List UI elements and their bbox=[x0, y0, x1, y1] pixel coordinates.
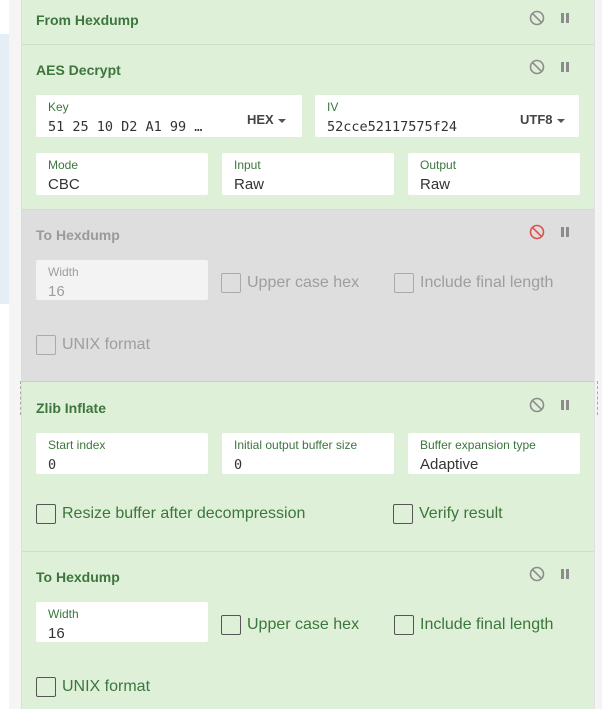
checkbox-box[interactable] bbox=[36, 335, 56, 355]
disable-icon[interactable] bbox=[529, 566, 545, 582]
operation-from-hexdump[interactable]: From Hexdump bbox=[22, 0, 594, 45]
initial-output-buffer-size-field[interactable]: Initial output buffer size 0 bbox=[222, 433, 394, 474]
checkbox-label: UNIX format bbox=[62, 336, 151, 353]
operation-aes-decrypt[interactable]: AES Decrypt Key 51 25 10 D2 A1 99 … HEX … bbox=[22, 45, 594, 210]
checkbox-label: UNIX format bbox=[62, 678, 151, 695]
recipe-scrollbar[interactable] bbox=[594, 0, 602, 709]
operation-title: To Hexdump bbox=[36, 227, 120, 243]
checkbox-label: Verify result bbox=[419, 505, 503, 522]
pane-divider[interactable] bbox=[9, 0, 22, 709]
operation-title: To Hexdump bbox=[36, 569, 120, 585]
mode-label: Mode bbox=[48, 158, 79, 172]
buffer-expansion-type-label: Buffer expansion type bbox=[420, 438, 536, 452]
checkbox-box[interactable] bbox=[36, 504, 56, 524]
operation-title: Zlib Inflate bbox=[36, 400, 106, 416]
chevron-down-icon bbox=[277, 118, 286, 123]
checkbox-box[interactable] bbox=[393, 504, 413, 524]
disable-icon[interactable] bbox=[529, 59, 545, 75]
chevron-down-icon bbox=[556, 118, 565, 123]
checkbox-box[interactable] bbox=[394, 273, 414, 293]
key-encoding-dropdown[interactable]: HEX bbox=[247, 112, 286, 127]
pause-icon[interactable] bbox=[557, 59, 573, 75]
iv-encoding-dropdown[interactable]: UTF8 bbox=[520, 112, 565, 127]
input-label: Input bbox=[234, 158, 261, 172]
drop-indicator-left bbox=[20, 381, 21, 415]
disable-icon[interactable] bbox=[529, 397, 545, 413]
operation-to-hexdump[interactable]: To Hexdump Width 16 Upper case hex Inclu… bbox=[22, 552, 594, 709]
operation-to-hexdump-disabled[interactable]: To Hexdump Width 16 Upper case hex Inclu… bbox=[22, 210, 594, 382]
output-field[interactable]: Output Raw bbox=[408, 153, 580, 195]
mode-value[interactable]: CBC bbox=[48, 176, 80, 193]
buffer-expansion-type-field[interactable]: Buffer expansion type Adaptive bbox=[408, 433, 580, 474]
checkbox-box[interactable] bbox=[221, 615, 241, 635]
resize-buffer-checkbox[interactable]: Resize buffer after decompression bbox=[36, 503, 305, 525]
input-pane-edge bbox=[0, 0, 9, 709]
pause-icon[interactable] bbox=[557, 224, 573, 240]
disable-icon[interactable] bbox=[529, 224, 545, 240]
output-label: Output bbox=[420, 158, 457, 172]
checkbox-label: Upper case hex bbox=[247, 616, 360, 633]
drop-indicator-right bbox=[597, 381, 598, 415]
pause-icon[interactable] bbox=[557, 10, 573, 26]
key-label: Key bbox=[48, 100, 69, 114]
key-value[interactable]: 51 25 10 D2 A1 99 … bbox=[48, 119, 202, 135]
width-value[interactable]: 16 bbox=[48, 283, 65, 300]
checkbox-label: Include final length bbox=[420, 274, 554, 291]
pause-icon[interactable] bbox=[557, 566, 573, 582]
buffer-expansion-type-value[interactable]: Adaptive bbox=[420, 456, 478, 473]
disable-icon[interactable] bbox=[529, 10, 545, 26]
unix-format-checkbox[interactable]: UNIX format bbox=[36, 676, 150, 698]
mode-field[interactable]: Mode CBC bbox=[36, 153, 208, 195]
verify-result-checkbox[interactable]: Verify result bbox=[393, 503, 503, 525]
output-value[interactable]: Raw bbox=[420, 176, 450, 193]
width-field[interactable]: Width 16 bbox=[36, 260, 208, 300]
iv-field[interactable]: IV 52cce52117575f24 UTF8 bbox=[315, 95, 579, 137]
initial-output-buffer-size-value[interactable]: 0 bbox=[234, 457, 242, 473]
include-final-length-checkbox[interactable]: Include final length bbox=[394, 272, 553, 294]
upper-case-hex-checkbox[interactable]: Upper case hex bbox=[221, 614, 359, 636]
checkbox-box[interactable] bbox=[36, 677, 56, 697]
start-index-field[interactable]: Start index 0 bbox=[36, 433, 208, 474]
width-label: Width bbox=[48, 607, 79, 621]
unix-format-checkbox[interactable]: UNIX format bbox=[36, 334, 150, 356]
upper-case-hex-checkbox[interactable]: Upper case hex bbox=[221, 272, 359, 294]
input-field[interactable]: Input Raw bbox=[222, 153, 394, 195]
input-pane-band bbox=[0, 34, 9, 304]
width-field[interactable]: Width 16 bbox=[36, 602, 208, 642]
checkbox-label: Resize buffer after decompression bbox=[62, 505, 306, 522]
pause-icon[interactable] bbox=[557, 397, 573, 413]
checkbox-box[interactable] bbox=[221, 273, 241, 293]
initial-output-buffer-size-label: Initial output buffer size bbox=[234, 438, 358, 452]
operation-title: From Hexdump bbox=[36, 12, 139, 28]
start-index-value[interactable]: 0 bbox=[48, 457, 56, 473]
operation-title: AES Decrypt bbox=[36, 62, 121, 78]
width-label: Width bbox=[48, 265, 79, 279]
start-index-label: Start index bbox=[48, 438, 106, 452]
checkbox-label: Include final length bbox=[420, 616, 554, 633]
include-final-length-checkbox[interactable]: Include final length bbox=[394, 614, 553, 636]
checkbox-label: Upper case hex bbox=[247, 274, 360, 291]
key-field[interactable]: Key 51 25 10 D2 A1 99 … HEX bbox=[36, 95, 302, 137]
checkbox-box[interactable] bbox=[394, 615, 414, 635]
operation-zlib-inflate[interactable]: Zlib Inflate Start index 0 Initial outpu… bbox=[22, 382, 594, 552]
width-value[interactable]: 16 bbox=[48, 625, 65, 642]
iv-value[interactable]: 52cce52117575f24 bbox=[327, 119, 457, 135]
iv-label: IV bbox=[327, 100, 339, 114]
input-value[interactable]: Raw bbox=[234, 176, 264, 193]
